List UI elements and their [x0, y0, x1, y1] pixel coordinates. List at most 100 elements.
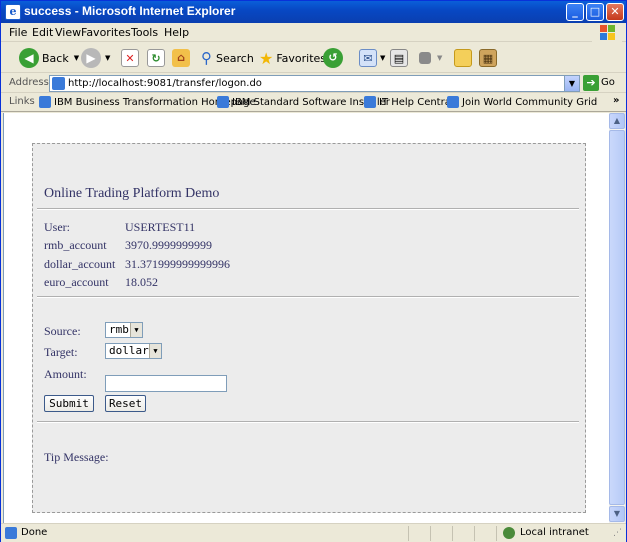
research-icon: ▦ [479, 49, 497, 67]
zone-cell: Local intranet [496, 526, 608, 541]
mail-icon: ✉ [359, 49, 377, 67]
scroll-up-icon[interactable]: ▲ [609, 113, 625, 129]
chevron-down-icon: ▼ [380, 54, 386, 62]
page-icon [364, 96, 376, 108]
edit-button[interactable]: ▼ [419, 47, 442, 69]
amount-label: Amount: [44, 367, 87, 381]
menu-favorites[interactable]: Favorites [81, 26, 131, 39]
stop-button[interactable]: ✕ [121, 47, 139, 69]
account-value: 3970.9999999999 [125, 238, 212, 252]
menu-edit[interactable]: Edit [32, 26, 53, 39]
page-icon [217, 96, 229, 108]
scroll-thumb[interactable] [609, 130, 625, 505]
menu-bar: File Edit View Favorites Tools Help [1, 23, 626, 42]
go-label[interactable]: Go [601, 77, 615, 88]
intranet-icon [503, 527, 515, 539]
chevron-down-icon: ▼ [73, 54, 80, 62]
maximize-button[interactable]: □ [586, 3, 604, 21]
status-cell [452, 526, 474, 541]
mail-button[interactable]: ✉ ▼ [359, 47, 385, 69]
edit-icon [419, 52, 431, 64]
reset-button[interactable]: Reset [105, 395, 146, 412]
page-icon [5, 527, 17, 539]
account-value: 18.052 [125, 275, 158, 289]
page-title: Online Trading Platform Demo [44, 186, 220, 201]
folder-icon [454, 49, 472, 67]
chevron-down-icon: ▼ [437, 54, 443, 62]
ie-icon: e [5, 4, 21, 20]
source-label: Source: [44, 324, 81, 338]
address-label: Address [9, 77, 49, 88]
account-label: rmb_account [44, 238, 107, 252]
target-select[interactable]: dollar ▼ [105, 343, 162, 359]
search-label: Search [216, 51, 254, 65]
menu-view[interactable]: View [55, 26, 81, 39]
source-selected-value: rmb [109, 323, 129, 336]
tip-message-label: Tip Message: [44, 450, 109, 464]
target-selected-value: dollar [109, 344, 149, 357]
link-label: Join World Community Grid [462, 96, 598, 108]
status-cell [430, 526, 452, 541]
windows-logo-icon [592, 23, 622, 42]
link-it-help[interactable]: IT Help Central [364, 96, 454, 108]
star-icon: ★ [259, 48, 274, 68]
forward-button[interactable]: ▶ ▼ [81, 47, 110, 69]
home-icon: ⌂ [172, 49, 190, 67]
amount-input[interactable] [105, 375, 227, 392]
scroll-down-icon[interactable]: ▼ [609, 506, 625, 522]
address-input[interactable]: http://localhost:9081/transfer/logon.do [49, 75, 579, 92]
minimize-button[interactable]: _ [566, 3, 584, 21]
links-bar: Links IBM Business Transformation Homepa… [1, 94, 626, 112]
page-viewport: Online Trading Platform Demo User: USERT… [3, 113, 609, 523]
submit-button[interactable]: Submit [44, 395, 94, 412]
links-label: Links [9, 96, 35, 107]
vertical-scrollbar[interactable]: ▲ ▼ [609, 113, 625, 523]
history-icon: ↺ [323, 48, 343, 68]
address-url: http://localhost:9081/transfer/logon.do [68, 78, 262, 89]
search-button[interactable]: ⚲ Search [201, 47, 254, 69]
favorites-button[interactable]: ★ Favorites [259, 47, 326, 69]
account-label: euro_account [44, 275, 109, 289]
printer-icon: ▤ [390, 49, 408, 67]
title-bar[interactable]: e success - Microsoft Internet Explorer … [1, 1, 626, 23]
browser-window: e success - Microsoft Internet Explorer … [0, 0, 627, 542]
refresh-button[interactable]: ↻ [147, 47, 165, 69]
target-label: Target: [44, 345, 78, 359]
folder-button[interactable] [454, 47, 472, 69]
search-icon: ⚲ [201, 49, 212, 67]
account-label: User: [44, 220, 70, 234]
forward-arrow-icon: ▶ [81, 48, 101, 68]
status-text: Done [21, 527, 48, 538]
menu-tools[interactable]: Tools [131, 26, 158, 39]
status-bar: Done Local intranet ⋰ [1, 523, 626, 542]
refresh-icon: ↻ [147, 49, 165, 67]
chevron-down-icon: ▼ [149, 344, 161, 358]
go-arrow-icon[interactable]: ➔ [583, 75, 599, 91]
trading-panel: Online Trading Platform Demo User: USERT… [32, 143, 586, 513]
close-button[interactable]: ✕ [606, 3, 624, 21]
zone-text: Local intranet [520, 527, 589, 538]
favorites-label: Favorites [276, 51, 327, 65]
link-world-grid[interactable]: Join World Community Grid [447, 96, 597, 108]
chevron-down-icon: ▼ [105, 54, 111, 62]
menu-file[interactable]: File [9, 26, 27, 39]
address-dropdown-button[interactable]: ▼ [564, 75, 580, 92]
chevron-right-icon[interactable]: » [613, 95, 619, 106]
stop-icon: ✕ [121, 49, 139, 67]
print-button[interactable]: ▤ [390, 47, 408, 69]
menu-help[interactable]: Help [164, 26, 189, 39]
account-value: 31.371999999999996 [125, 257, 230, 271]
toolbar: ◀ Back ▼ ▶ ▼ ✕ ↻ ⌂ ⚲ Search ★ Favorites … [1, 43, 626, 73]
status-cell [474, 526, 496, 541]
divider [37, 296, 579, 298]
history-button[interactable]: ↺ [323, 47, 343, 69]
research-button[interactable]: ▦ [479, 47, 497, 69]
back-button[interactable]: ◀ Back ▼ [19, 47, 79, 69]
home-button[interactable]: ⌂ [172, 47, 190, 69]
source-select[interactable]: rmb ▼ [105, 322, 143, 338]
resize-grip-icon[interactable]: ⋰ [613, 528, 622, 538]
address-bar: Address http://localhost:9081/transfer/l… [1, 73, 626, 93]
back-label: Back [42, 51, 69, 65]
divider [37, 421, 579, 423]
page-icon [52, 77, 65, 90]
